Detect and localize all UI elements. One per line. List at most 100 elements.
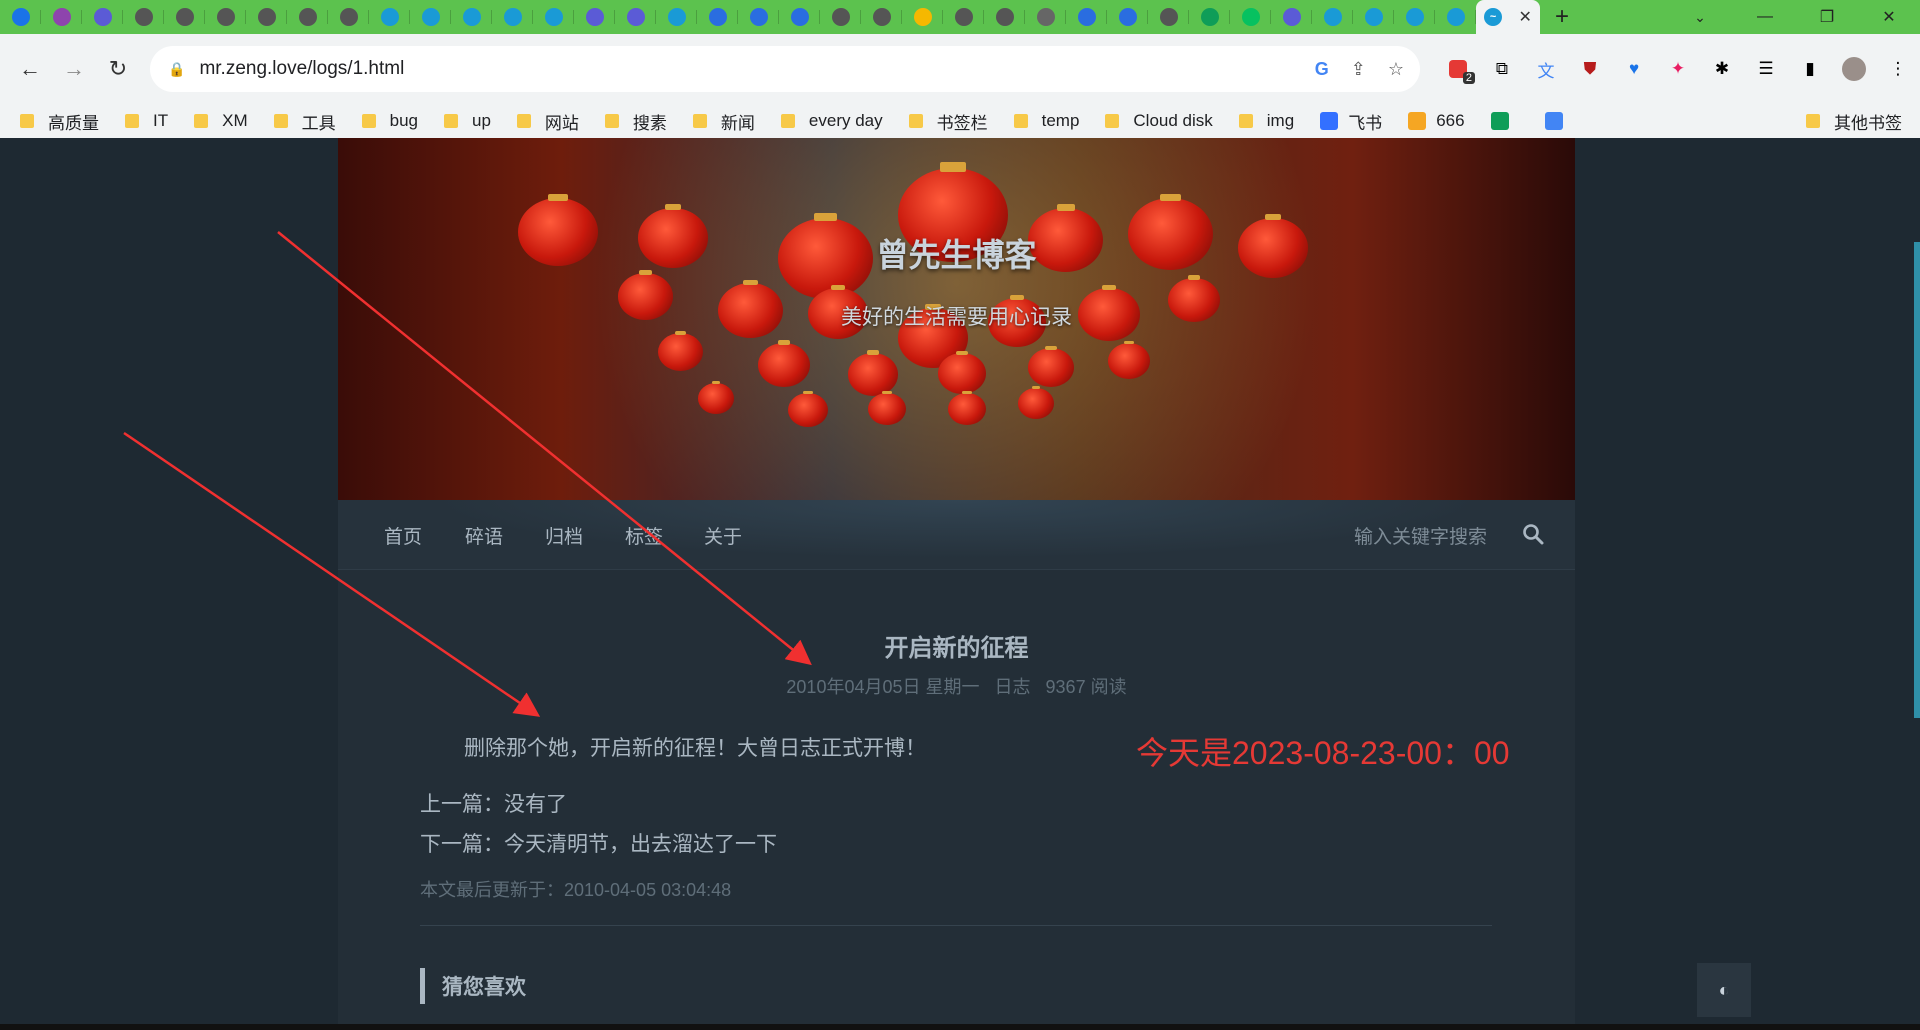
browser-tab[interactable] — [41, 0, 82, 34]
browser-tab[interactable] — [369, 0, 410, 34]
browser-tab[interactable] — [410, 0, 451, 34]
nav-archive[interactable]: 归档 — [545, 500, 583, 570]
bookmark-folder[interactable]: 搜素 — [604, 109, 667, 134]
browser-tab[interactable] — [205, 0, 246, 34]
bookmark-item[interactable] — [1544, 112, 1573, 130]
nav-tags[interactable]: 标签 — [625, 500, 663, 570]
browser-tab[interactable] — [246, 0, 287, 34]
browser-tab[interactable] — [164, 0, 205, 34]
prev-post-link[interactable]: 上一篇：没有了 — [420, 788, 567, 818]
bookmark-folder[interactable]: 网站 — [516, 109, 579, 134]
browser-tab[interactable] — [779, 0, 820, 34]
bookmark-folder[interactable]: every day — [780, 111, 883, 131]
browser-tab[interactable] — [1394, 0, 1435, 34]
forward-button[interactable]: → — [54, 34, 94, 104]
browser-tab[interactable] — [1148, 0, 1189, 34]
nav-snippets[interactable]: 碎语 — [465, 500, 503, 570]
side-panel-icon[interactable]: ▮ — [1788, 46, 1832, 92]
browser-tab[interactable] — [1312, 0, 1353, 34]
bookmark-folder[interactable]: bug — [361, 111, 418, 131]
close-window-button[interactable]: ✕ — [1858, 0, 1920, 34]
browser-tab[interactable] — [0, 0, 41, 34]
bookmark-star-icon[interactable]: ☆ — [1388, 59, 1404, 80]
url-text[interactable]: mr.zeng.love/logs/1.html — [199, 58, 404, 80]
browser-tab[interactable] — [451, 0, 492, 34]
active-tab[interactable]: ~ ✕ — [1476, 0, 1540, 34]
browser-tab[interactable] — [492, 0, 533, 34]
google-icon[interactable]: G — [1315, 59, 1329, 80]
share-icon[interactable]: ⇪ — [1351, 59, 1366, 80]
browser-tab[interactable] — [984, 0, 1025, 34]
avatar[interactable] — [1832, 46, 1876, 92]
search-icon[interactable] — [1521, 522, 1545, 546]
post-category[interactable]: 日志 — [995, 677, 1031, 697]
ublock-icon[interactable]: ⛊ — [1568, 46, 1612, 92]
bookmark-item[interactable]: 666 — [1408, 111, 1465, 131]
restore-button[interactable]: ❐ — [1796, 0, 1858, 34]
search-input[interactable]: 输入关键字搜索 — [1354, 500, 1487, 570]
browser-tab[interactable] — [1353, 0, 1394, 34]
browser-tab[interactable] — [328, 0, 369, 34]
browser-tab[interactable] — [902, 0, 943, 34]
bookmark-folder[interactable]: up — [443, 111, 491, 131]
tab-search-button[interactable]: ⌄ — [1676, 0, 1724, 34]
lock-icon[interactable]: 🔒 — [168, 61, 185, 78]
bookmark-folder[interactable]: temp — [1013, 111, 1079, 131]
copy-extension-icon[interactable]: ⧉ — [1480, 46, 1524, 92]
bookmark-folder[interactable]: XM — [194, 111, 248, 131]
globe-icon — [257, 8, 276, 26]
browser-tab[interactable] — [1230, 0, 1271, 34]
browser-tab[interactable] — [861, 0, 902, 34]
site-title[interactable]: 曾先生博客 — [338, 230, 1575, 276]
translate-extension-icon[interactable]: 文 — [1524, 46, 1568, 92]
nav-home[interactable]: 首页 — [384, 500, 422, 570]
bookmark-folder[interactable]: 新闻 — [692, 109, 755, 134]
browser-tab[interactable] — [1271, 0, 1312, 34]
bookmark-folder[interactable]: 高质量 — [20, 109, 99, 134]
globe-icon — [216, 8, 235, 26]
close-tab-icon[interactable]: ✕ — [1518, 7, 1531, 27]
extension-red-icon[interactable]: 2 — [1436, 46, 1480, 92]
browser-tab[interactable] — [82, 0, 123, 34]
bookmark-folder[interactable]: IT — [125, 111, 168, 131]
lantern-decoration — [1108, 340, 1150, 379]
browser-tab[interactable] — [1189, 0, 1230, 34]
globe-icon — [954, 8, 973, 26]
browser-tab[interactable] — [1025, 0, 1066, 34]
browser-tab[interactable] — [697, 0, 738, 34]
bookmark-item[interactable] — [1490, 112, 1519, 130]
reading-list-icon[interactable]: ☰ — [1744, 46, 1788, 92]
browser-tab[interactable] — [1435, 0, 1476, 34]
bookmark-folder[interactable]: Cloud disk — [1105, 111, 1213, 131]
browser-tab[interactable] — [656, 0, 697, 34]
browser-tab[interactable] — [615, 0, 656, 34]
browser-tab[interactable] — [533, 0, 574, 34]
bookmark-folder[interactable]: 工具 — [273, 109, 336, 134]
next-post-link[interactable]: 下一篇：今天清明节，出去溜达了一下 — [420, 828, 777, 858]
theme-toggle-button[interactable]: ◐ — [1697, 963, 1751, 1017]
bookmark-folder[interactable]: 书签栏 — [908, 109, 988, 134]
browser-tab[interactable] — [820, 0, 861, 34]
scrollbar[interactable] — [1914, 242, 1920, 718]
reload-button[interactable]: ↻ — [98, 34, 138, 104]
bookmark-folder[interactable]: img — [1238, 111, 1294, 131]
pink-extension-icon[interactable]: ✦ — [1656, 46, 1700, 92]
browser-tab[interactable] — [738, 0, 779, 34]
browser-tab[interactable] — [1066, 0, 1107, 34]
browser-tab[interactable] — [943, 0, 984, 34]
other-bookmarks[interactable]: 其他书签 — [1806, 104, 1902, 138]
browser-tab[interactable] — [123, 0, 164, 34]
minimize-button[interactable]: — — [1734, 0, 1796, 34]
browser-tab[interactable] — [287, 0, 328, 34]
bookmark-item[interactable]: 飞书 — [1320, 109, 1382, 134]
browser-tab[interactable] — [574, 0, 615, 34]
puzzle-icon[interactable]: ✱ — [1700, 46, 1744, 92]
browser-tab[interactable] — [1107, 0, 1148, 34]
menu-icon[interactable]: ⋮ — [1876, 46, 1920, 92]
heart-shield-icon[interactable]: ♥ — [1612, 46, 1656, 92]
nav-about[interactable]: 关于 — [704, 500, 742, 570]
address-bar[interactable]: 🔒 mr.zeng.love/logs/1.html G ⇪ ☆ — [150, 46, 1420, 92]
horizontal-scrollbar[interactable] — [0, 1024, 1920, 1030]
back-button[interactable]: ← — [10, 34, 50, 104]
new-tab-button[interactable]: + — [1540, 0, 1584, 34]
